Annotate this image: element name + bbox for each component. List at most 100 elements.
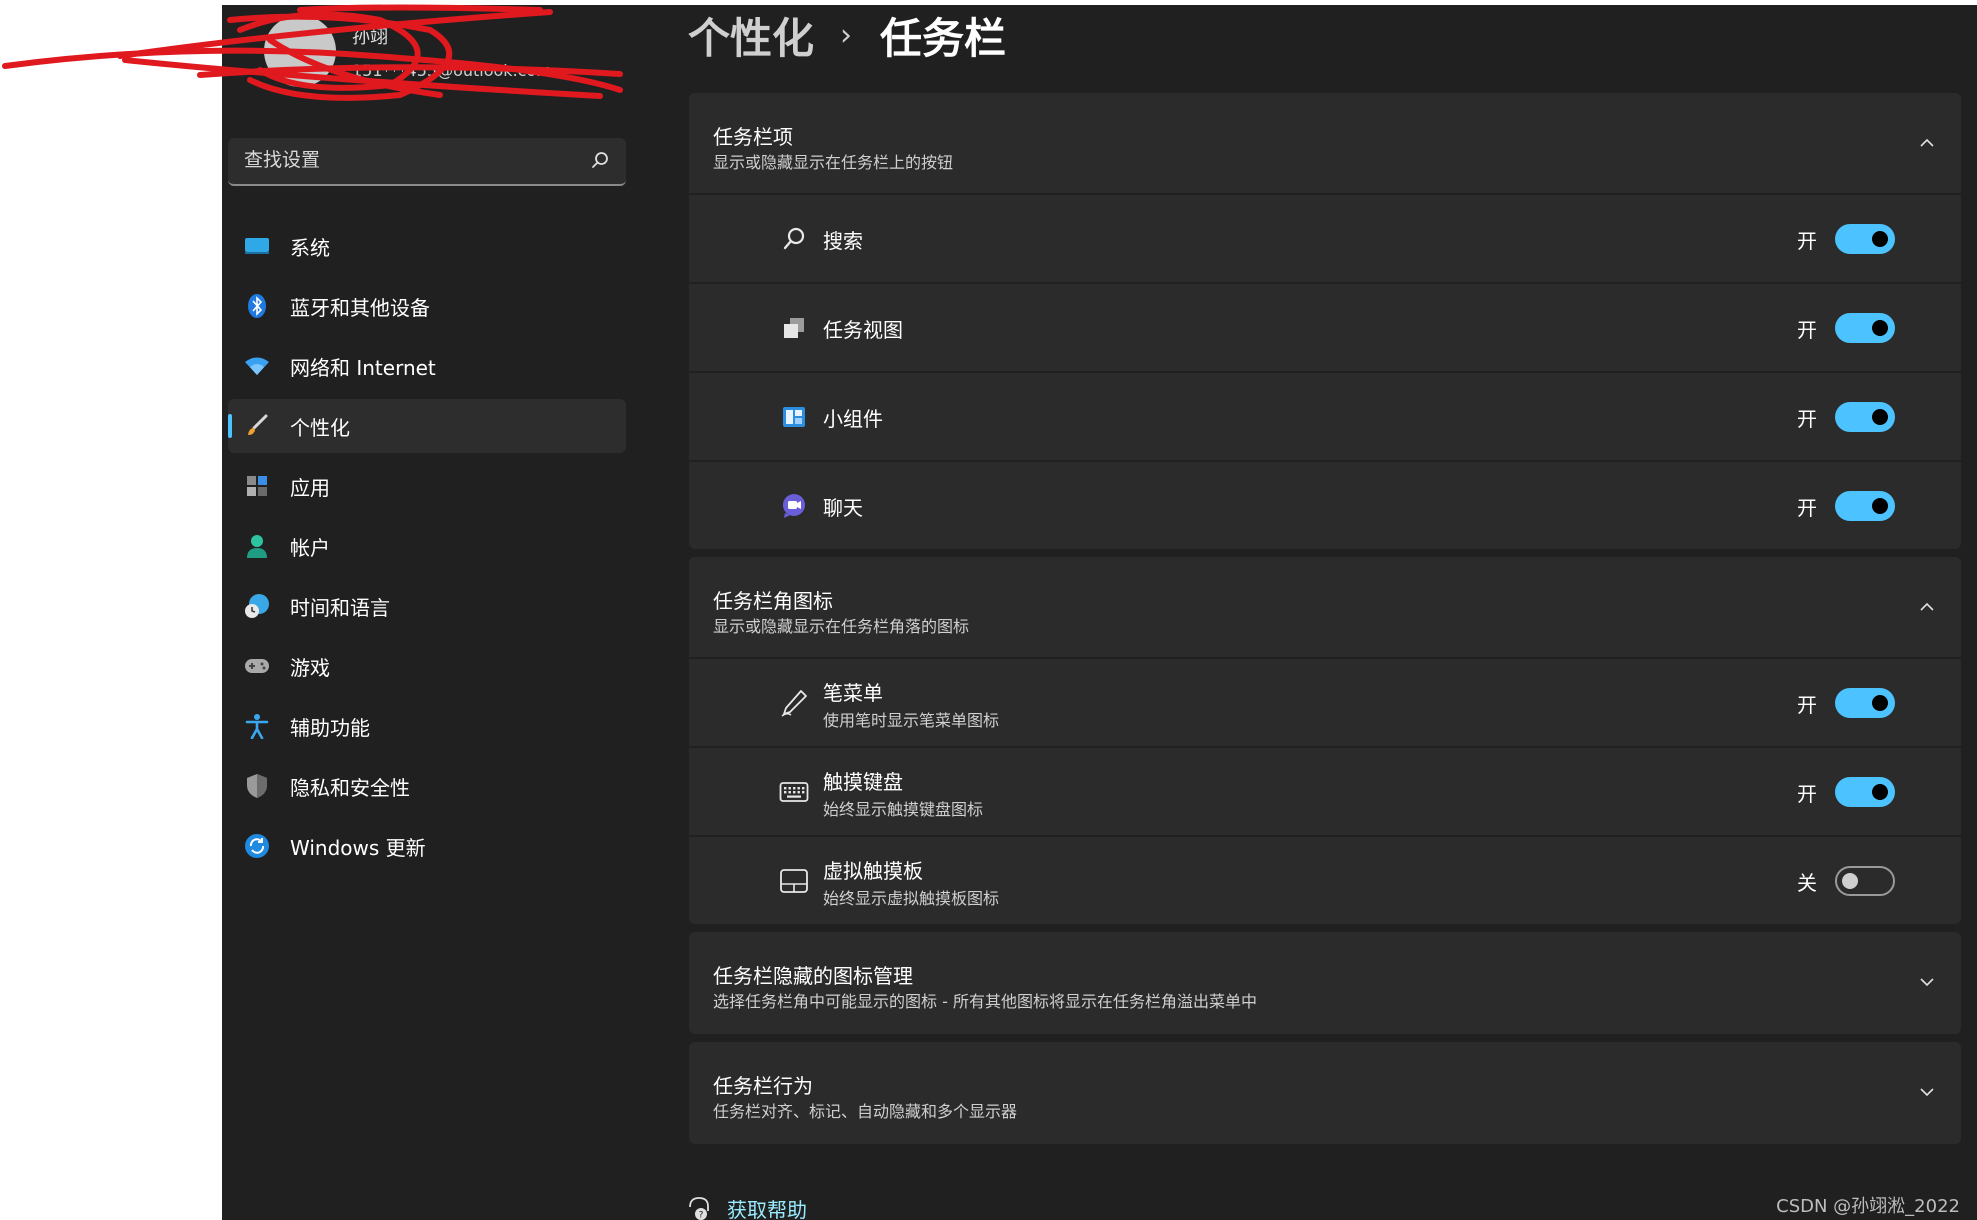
toggle-knob xyxy=(1842,873,1858,889)
search-box[interactable] xyxy=(228,138,626,186)
task-view-icon xyxy=(779,313,809,343)
section-subtitle: 任务栏对齐、标记、自动隐藏和多个显示器 xyxy=(713,1102,1018,1121)
chevron-down-icon[interactable] xyxy=(1917,1082,1937,1102)
breadcrumb: 个性化 › 任务栏 xyxy=(688,7,1006,63)
setting-row-widgets: 小组件 开 xyxy=(689,373,1961,460)
help-icon: ? xyxy=(689,1197,709,1220)
toggle-state: 开 xyxy=(1797,693,1817,717)
sidebar-item-label: 蓝牙和其他设备 xyxy=(290,295,430,320)
sidebar-item-label: 隐私和安全性 xyxy=(290,775,410,800)
toggle-state: 开 xyxy=(1797,229,1817,253)
get-help-label: 获取帮助 xyxy=(727,1197,807,1220)
sidebar-item-label: 游戏 xyxy=(290,655,330,680)
sidebar-item-label: 个性化 xyxy=(290,415,350,440)
sidebar-item-label: 帐户 xyxy=(290,535,330,560)
chevron-up-icon[interactable] xyxy=(1917,597,1937,617)
sidebar-item-accounts[interactable]: 帐户 xyxy=(228,519,626,573)
setting-label: 触摸键盘 xyxy=(823,770,903,794)
section-header-hidden-icons[interactable]: 任务栏隐藏的图标管理 选择任务栏角中可能显示的图标 - 所有其他图标将显示在任务… xyxy=(689,932,1961,1034)
toggle-knob xyxy=(1872,784,1888,800)
setting-label: 小组件 xyxy=(823,407,883,431)
section-taskbar-behaviors: 任务栏行为 任务栏对齐、标记、自动隐藏和多个显示器 xyxy=(689,1042,1961,1144)
brush-icon xyxy=(244,413,270,439)
gamepad-icon xyxy=(244,653,270,679)
sidebar-item-label: 辅助功能 xyxy=(290,715,370,740)
keyboard-icon xyxy=(779,777,809,807)
setting-row-virtual-touchpad: 虚拟触摸板 始终显示虚拟触摸板图标 关 xyxy=(689,837,1961,924)
toggle-state: 开 xyxy=(1797,318,1817,342)
setting-row-task-view: 任务视图 开 xyxy=(689,284,1961,371)
clock-globe-icon xyxy=(244,593,270,619)
setting-description: 始终显示虚拟触摸板图标 xyxy=(823,889,1000,908)
search-toggle[interactable] xyxy=(1835,224,1895,254)
chevron-up-icon[interactable] xyxy=(1917,133,1937,153)
section-title: 任务栏行为 xyxy=(713,1074,813,1098)
apps-icon xyxy=(244,473,270,499)
user-profile[interactable]: 孙翊 151***455@outlook.com xyxy=(242,5,662,115)
section-header-corner-icons[interactable]: 任务栏角图标 显示或隐藏显示在任务栏角落的图标 xyxy=(689,557,1961,657)
update-icon xyxy=(244,833,270,859)
sidebar-item-system[interactable]: 系统 xyxy=(228,219,626,273)
bluetooth-icon xyxy=(244,293,270,319)
system-icon xyxy=(244,233,270,259)
sidebar-item-privacy[interactable]: 隐私和安全性 xyxy=(228,759,626,813)
breadcrumb-parent[interactable]: 个性化 xyxy=(688,5,814,66)
section-header-taskbar-items[interactable]: 任务栏项 显示或隐藏显示在任务栏上的按钮 xyxy=(689,93,1961,193)
setting-label: 聊天 xyxy=(823,496,863,520)
sidebar-item-gaming[interactable]: 游戏 xyxy=(228,639,626,693)
chevron-down-icon[interactable] xyxy=(1917,972,1937,992)
sidebar-item-time-language[interactable]: 时间和语言 xyxy=(228,579,626,633)
setting-row-chat: 聊天 开 xyxy=(689,462,1961,549)
widgets-toggle[interactable] xyxy=(1835,402,1895,432)
setting-label: 搜索 xyxy=(823,229,863,253)
widgets-icon xyxy=(779,402,809,432)
profile-name: 孙翊 xyxy=(352,27,388,48)
watermark: CSDN @孙翊淞_2022 xyxy=(1776,1196,1960,1217)
section-title: 任务栏角图标 xyxy=(713,589,833,613)
account-icon xyxy=(244,533,270,559)
setting-description: 始终显示触摸键盘图标 xyxy=(823,800,984,819)
search-input[interactable] xyxy=(228,138,584,182)
sidebar-item-accessibility[interactable]: 辅助功能 xyxy=(228,699,626,753)
setting-label: 任务视图 xyxy=(823,318,903,342)
touchpad-icon xyxy=(779,866,809,896)
get-help-link[interactable]: ? 获取帮助 xyxy=(687,1193,807,1220)
chat-toggle[interactable] xyxy=(1835,491,1895,521)
sidebar-item-bluetooth[interactable]: 蓝牙和其他设备 xyxy=(228,279,626,333)
pen-menu-toggle[interactable] xyxy=(1835,688,1895,718)
toggle-state: 关 xyxy=(1797,871,1817,895)
toggle-knob xyxy=(1872,320,1888,336)
section-corner-icons: 任务栏角图标 显示或隐藏显示在任务栏角落的图标 笔菜单 使用笔时显示笔菜单图标 … xyxy=(689,557,1961,924)
sidebar-item-personalization[interactable]: 个性化 xyxy=(228,399,626,453)
breadcrumb-separator: › xyxy=(840,17,853,53)
avatar xyxy=(264,15,336,87)
sidebar-item-label: 时间和语言 xyxy=(290,595,390,620)
section-hidden-icons: 任务栏隐藏的图标管理 选择任务栏角中可能显示的图标 - 所有其他图标将显示在任务… xyxy=(689,932,1961,1034)
section-taskbar-items: 任务栏项 显示或隐藏显示在任务栏上的按钮 搜索 开 任务视图 开 小组件 开 聊… xyxy=(689,93,1961,549)
settings-content: 任务栏项 显示或隐藏显示在任务栏上的按钮 搜索 开 任务视图 开 小组件 开 聊… xyxy=(689,93,1961,1152)
sidebar-item-apps[interactable]: 应用 xyxy=(228,459,626,513)
virtual-touchpad-toggle[interactable] xyxy=(1835,866,1895,896)
profile-email: 151***455@outlook.com xyxy=(352,61,552,80)
toggle-knob xyxy=(1872,498,1888,514)
setting-label: 虚拟触摸板 xyxy=(823,859,923,883)
settings-window: 孙翊 151***455@outlook.com 系统 蓝牙和其他设备 xyxy=(222,5,1977,1220)
svg-text:?: ? xyxy=(699,1211,704,1220)
task-view-toggle[interactable] xyxy=(1835,313,1895,343)
page-title: 任务栏 xyxy=(880,13,1007,63)
toggle-knob xyxy=(1872,409,1888,425)
shield-icon xyxy=(244,773,270,799)
setting-row-touch-keyboard: 触摸键盘 始终显示触摸键盘图标 开 xyxy=(689,748,1961,835)
section-header-taskbar-behaviors[interactable]: 任务栏行为 任务栏对齐、标记、自动隐藏和多个显示器 xyxy=(689,1042,1961,1144)
toggle-state: 开 xyxy=(1797,782,1817,806)
toggle-state: 开 xyxy=(1797,496,1817,520)
toggle-state: 开 xyxy=(1797,407,1817,431)
search-icon[interactable] xyxy=(590,150,610,170)
touch-keyboard-toggle[interactable] xyxy=(1835,777,1895,807)
sidebar-item-windows-update[interactable]: Windows 更新 xyxy=(228,819,626,873)
setting-row-pen-menu: 笔菜单 使用笔时显示笔菜单图标 开 xyxy=(689,659,1961,746)
sidebar-item-network[interactable]: 网络和 Internet xyxy=(228,339,626,393)
pen-icon xyxy=(779,688,809,718)
section-subtitle: 显示或隐藏显示在任务栏角落的图标 xyxy=(713,617,970,636)
wifi-icon xyxy=(244,353,270,379)
